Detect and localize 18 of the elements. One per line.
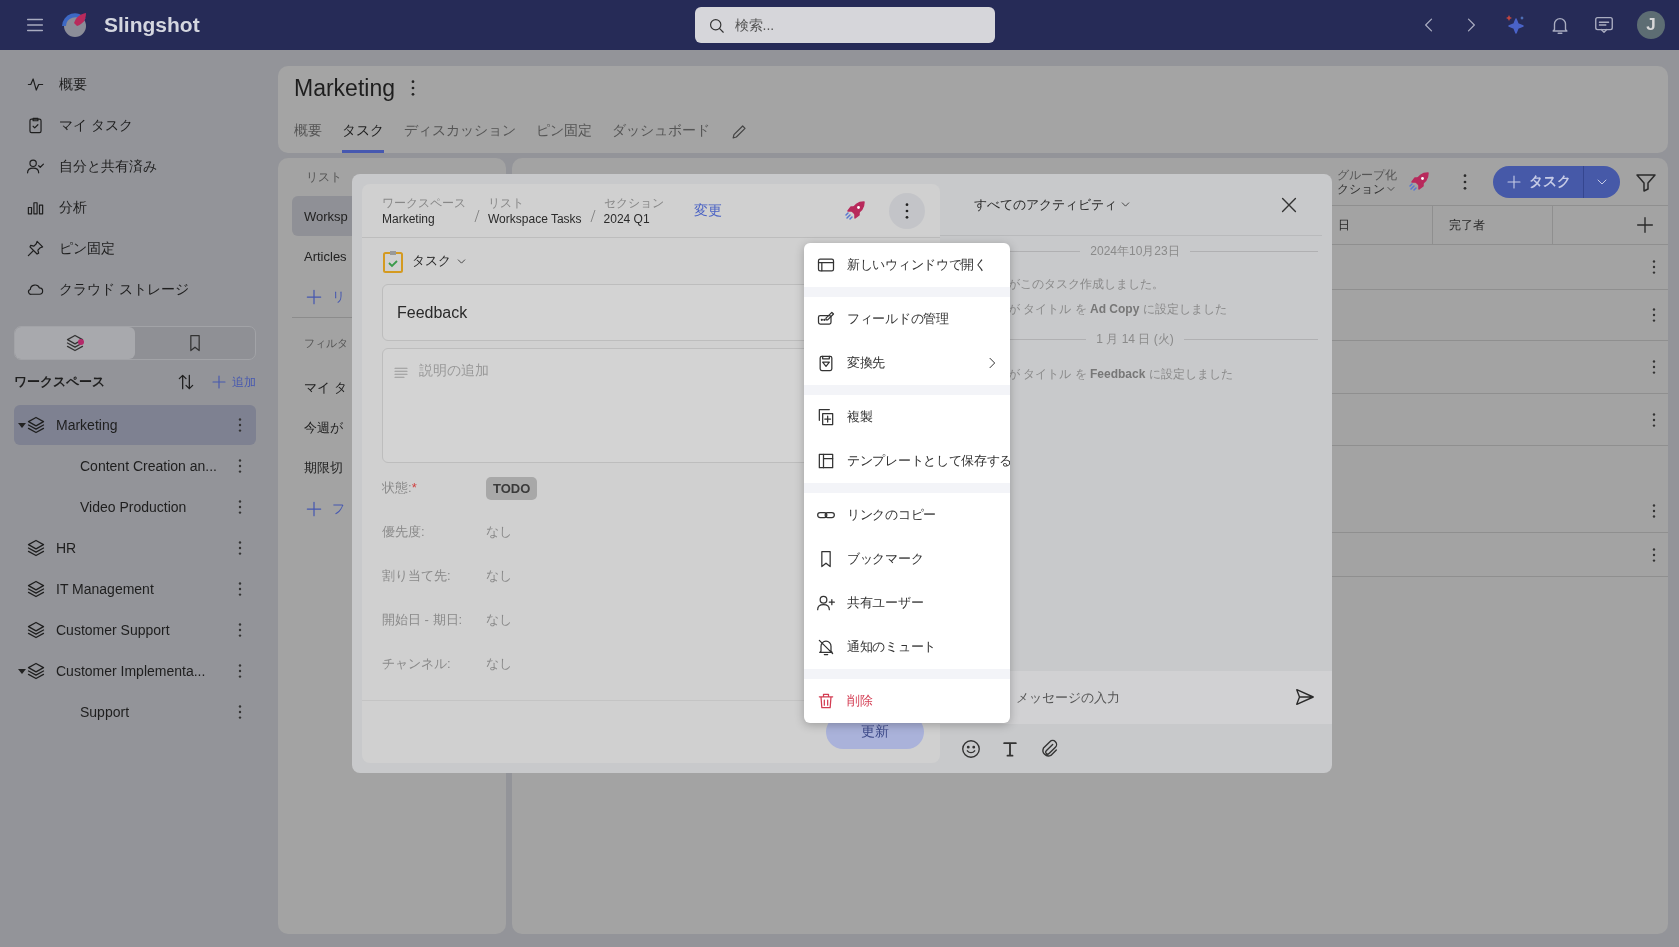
breadcrumb-label: セクション [603, 195, 664, 212]
breadcrumb-label: リスト [488, 195, 525, 212]
date-divider: 1 月 14 日 (火) [1096, 330, 1174, 348]
panel-heading: フィルタ [304, 335, 348, 351]
group-label: グループ化 [1337, 167, 1397, 182]
panel-heading: リスト [306, 168, 342, 186]
field-label: チャンネル: [382, 655, 452, 673]
page-title: Marketing [294, 74, 395, 102]
column-header: 日 [1338, 216, 1350, 234]
section-title: ワークスペース [14, 373, 106, 391]
column-header: 完了者 [1449, 216, 1485, 234]
app-name: Slingshot [104, 13, 200, 37]
field-label: 開始日 - 期日: [382, 611, 464, 629]
date-divider: 2024年10月23日 [1090, 242, 1180, 260]
field-label: 優先度: [382, 523, 426, 541]
field-label: 状態:* [382, 479, 418, 497]
field-label: 割り当て先: [382, 567, 452, 585]
breadcrumb-label: ワークスペース [382, 195, 466, 212]
